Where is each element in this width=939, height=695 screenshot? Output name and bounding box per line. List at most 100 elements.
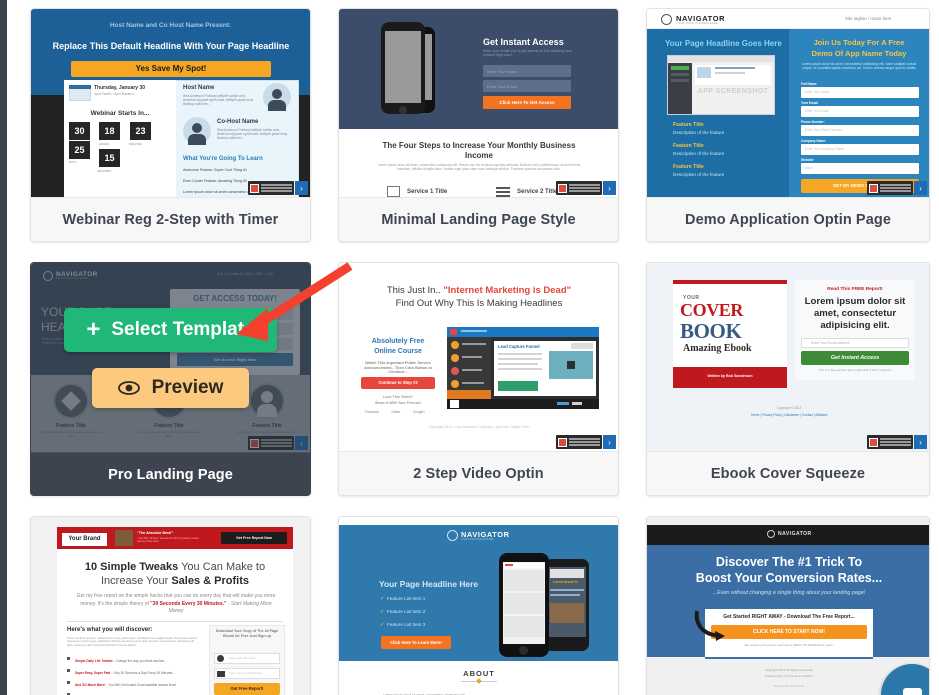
chevron-right-icon: › (295, 181, 308, 195)
template-thumbnail: NAVIGATOR YOUR LOGO PLACEHOLDER Your Pag… (339, 517, 618, 695)
template-thumbnail: NAVIGATOR YOUR LOGO PLACEHOLDER Site tag… (647, 9, 929, 198)
bullet-text: - Change the way you think and live... (112, 659, 167, 663)
template-title: Pro Landing Page (31, 452, 310, 495)
thumb-sub: Get my free report on the simple hacks t… (73, 593, 279, 616)
share-link: Facebook (365, 410, 379, 414)
section-text: Lorem ipsum dolor sit amet, consectetur … (377, 163, 581, 172)
template-card-hovered[interactable]: NAVIGATOR YOUR LOGO PLACEHOLDER Call us … (30, 262, 311, 496)
form-title: Join Us Today For A Free (813, 38, 905, 47)
feature-title: Feature Title (673, 164, 704, 170)
check-icon: ✓ (380, 609, 385, 615)
brand-sub: YOUR LOGO PLACEHOLDER (676, 22, 719, 25)
feature-desc: Description of the feature (673, 172, 725, 177)
template-thumbnail: Your Brand "The Absolute Best!" - Glen B… (31, 517, 310, 695)
bullet-bold: Super Easy, Super Fast (75, 671, 111, 675)
bullet-bold: Simple Daily Life Tweaks (75, 659, 113, 663)
template-thumbnail: NAVIGATOR Discover The #1 Trick To Boost… (647, 517, 929, 695)
template-thumbnail: This Just In.. "Internet Marketing is De… (339, 263, 618, 452)
select-template-button[interactable]: + Select Template (64, 307, 277, 352)
footer-link: Contact (801, 413, 813, 417)
feature-item: Feature List Item 2 (387, 609, 426, 614)
sub-highlight: "30 Seconds Every 30 Minutes." (150, 600, 227, 607)
share-link: Google+ (413, 410, 426, 414)
template-thumbnail: Host Name and Co Host Name Present: Repl… (31, 9, 310, 198)
feature-desc: Description of the feature (673, 151, 725, 156)
bullet-bold: And SO Much More! (75, 683, 106, 687)
headline-bold: Sales & Profits (171, 575, 249, 587)
field-placeholder: Enter Your Email Address (811, 341, 850, 345)
watermark-badge: › (556, 435, 616, 449)
thumb-headline: Your Page Headline Here (379, 579, 478, 589)
thumb-note: This is a free service and credit card i… (818, 368, 892, 372)
form-label: Website: (801, 158, 815, 162)
template-title: 2 Step Video Optin (339, 452, 618, 495)
check-icon: ✓ (380, 622, 385, 628)
form-sub: Lorem ipsum dolor sit amet, consectetur … (801, 62, 917, 71)
field-placeholder: Enter Your Name (487, 69, 518, 74)
thumb-headline-2: Boost Your Conversion Rates... (695, 571, 883, 585)
brand-name: Your Brand (62, 533, 107, 546)
template-card[interactable]: Host Name and Co Host Name Present: Repl… (30, 8, 311, 242)
template-card[interactable]: YOUR COVER BOOK Amazing Ebook Written by… (646, 262, 930, 496)
timer-digit: 23 (130, 122, 151, 140)
timer-unit: DAYS (69, 160, 77, 164)
bullet-item: And SO Much More! - You Will Get Instant… (75, 683, 176, 687)
thumb-eyebrow: Host Name and Co Host Name Present: (109, 22, 232, 29)
template-card[interactable]: NAVIGATOR YOUR LOGO PLACEHOLDER Site tag… (646, 8, 930, 242)
chevron-right-icon: › (914, 181, 927, 195)
template-card[interactable]: NAVIGATOR Discover The #1 Trick To Boost… (646, 516, 930, 695)
thumb-headline-2: Increase Your Sales & Profits (67, 575, 283, 589)
template-title: Demo Application Optin Page (647, 198, 929, 241)
timer-digit: 18 (99, 122, 120, 140)
field-placeholder: Enter Your Email (805, 109, 829, 113)
thumb-footer: Copyright 2014 All Rights Reserved. (764, 668, 814, 672)
thumb-footer: Copyright 2014 - Your Awesome Company - … (428, 425, 530, 429)
thumb-headline: Replace This Default Headline With Your … (52, 41, 290, 51)
brand-name: NAVIGATOR (778, 531, 812, 537)
footer-link: Privacy Policy (761, 413, 782, 417)
feature-item: Feature List Item 3 (387, 622, 426, 627)
template-card[interactable]: Get Instant Access Enter your email now … (338, 8, 619, 242)
template-grid: Host Name and Co Host Name Present: Repl… (30, 8, 932, 695)
template-card[interactable]: This Just In.. "Internet Marketing is De… (338, 262, 619, 496)
side-text: Watch This Important Public Service Anno… (364, 361, 432, 375)
chevron-right-icon: › (603, 435, 616, 449)
template-card[interactable]: NAVIGATOR YOUR LOGO PLACEHOLDER Your Pag… (338, 516, 619, 695)
form-label: Phone Number: (801, 120, 825, 124)
headline-pre: This Just In.. (386, 285, 444, 296)
plus-icon: + (86, 315, 101, 343)
template-thumbnail: Get Instant Access Enter your email now … (339, 9, 618, 198)
screenshot-label: APP SCREENSHOT (697, 88, 769, 95)
cover-author: Written by Bob Sanderson (673, 374, 787, 378)
preview-button[interactable]: Preview (91, 367, 250, 408)
form-label: Your Email: (801, 101, 819, 105)
thumb-headline: Get Instant Access (483, 37, 564, 47)
template-title: Ebook Cover Squeeze (647, 452, 929, 495)
thumb-links: Terms | Privacy Policy | Disclaimer | Co… (750, 413, 828, 417)
template-title: Minimal Landing Page Style (339, 198, 618, 241)
video-title: Lead Capture Funnel (498, 344, 540, 349)
learn-item: Even Cooler Feature: Amazing Thing #2 (183, 179, 247, 183)
thumb-headline-2: Find Out Why This Is Making Headlines (395, 298, 563, 309)
watermark-badge: › (556, 181, 616, 195)
form-title: Download Your Copy of The 40 Page Ebook … (215, 629, 279, 639)
timer-digit: 15 (99, 149, 120, 167)
chevron-right-icon: › (603, 181, 616, 195)
field-placeholder: Type your full name (229, 656, 256, 660)
watermark-badge: › (867, 435, 927, 449)
template-card[interactable]: Your Brand "The Absolute Best!" - Glen B… (30, 516, 311, 695)
thumb-headline: Your Page Headline Goes Here (665, 39, 782, 48)
left-sidebar-rail (0, 0, 7, 695)
field-placeholder: Enter Your Company Name (805, 147, 844, 151)
section-title: The Four Steps to Increase Your Monthly … (382, 141, 576, 160)
learn-item: Awesome Feature: Super Cool Thing #1 (183, 168, 247, 172)
discover-text: Donec ut dolor pretium, eleifend lorem s… (67, 636, 198, 647)
thumb-date: Thursday, January 30 (94, 85, 146, 91)
headline-bold: 10 Simple Tweaks (84, 561, 179, 573)
thumb-footer: Privacy Policy | Terms and Condition (764, 674, 814, 678)
form-title: Demo Of App Name Today (811, 49, 907, 58)
feature-item: Feature List Item 1 (387, 596, 426, 601)
footer-link: Disclaimer (784, 413, 800, 417)
watermark-badge: › (248, 181, 308, 195)
template-thumbnail: YOUR COVER BOOK Amazing Ebook Written by… (647, 263, 929, 452)
